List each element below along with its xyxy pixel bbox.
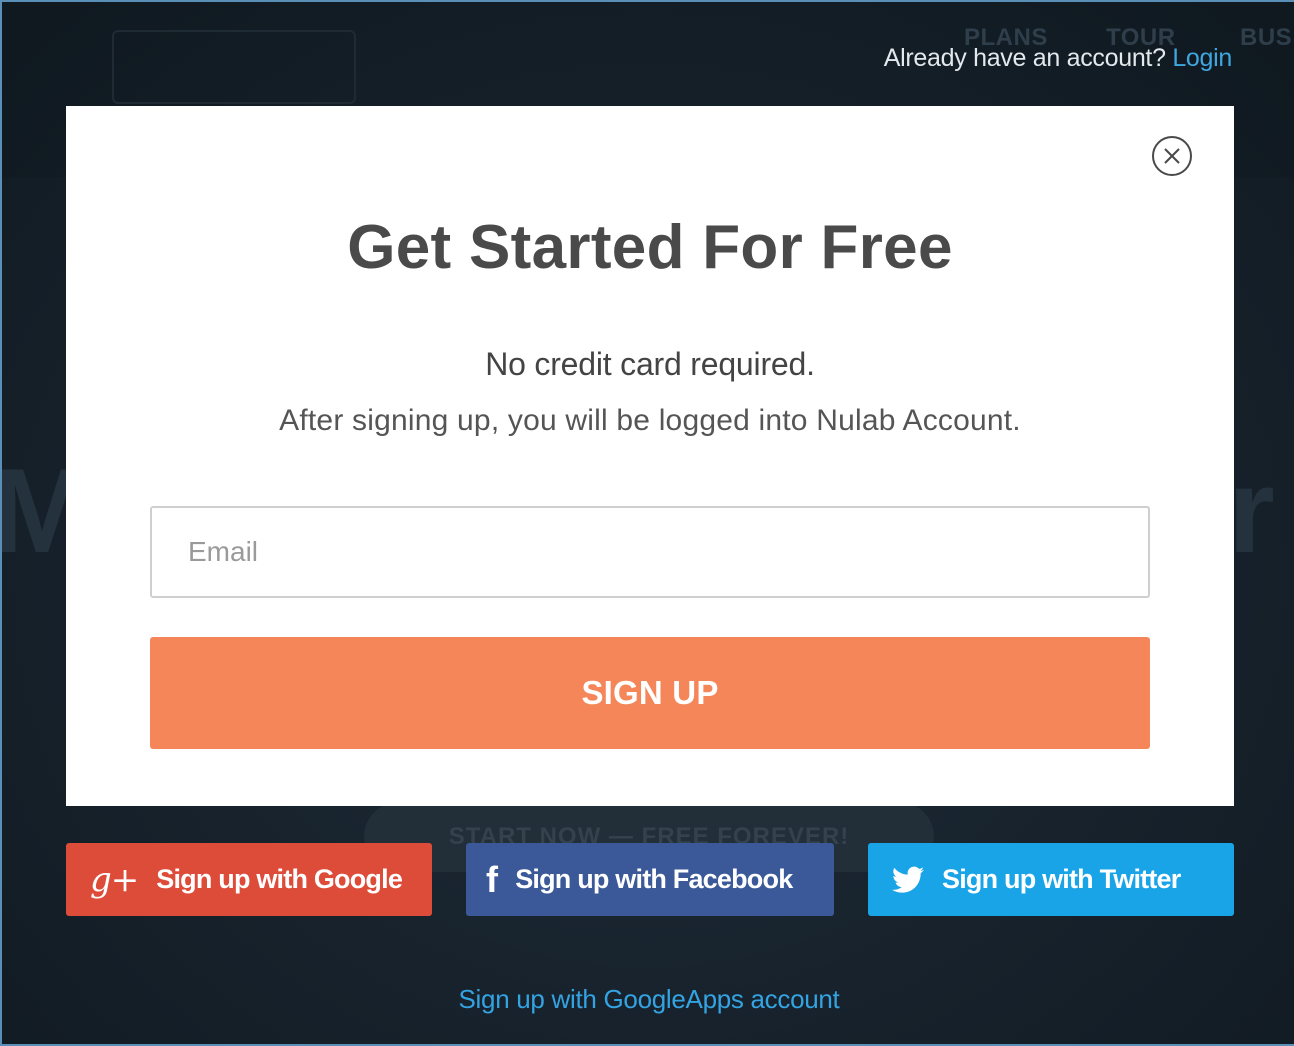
modal-title: Get Started For Free bbox=[347, 213, 953, 282]
close-button[interactable] bbox=[1152, 136, 1192, 176]
signup-modal: Get Started For Free No credit card requ… bbox=[66, 106, 1234, 806]
page-overlay: PLANS TOUR BUS M r START NOW — FREE FORE… bbox=[0, 0, 1294, 1046]
nulab-account-note: After signing up, you will be logged int… bbox=[279, 404, 1021, 437]
twitter-bird-icon bbox=[892, 866, 924, 894]
email-field[interactable] bbox=[150, 506, 1150, 598]
background-nav-bus: BUS bbox=[1240, 24, 1293, 51]
account-prompt: Already have an account? Login bbox=[883, 44, 1233, 73]
signup-button[interactable]: SIGN UP bbox=[150, 637, 1150, 749]
google-signup-button[interactable]: g+ Sign up with Google bbox=[66, 843, 432, 916]
google-plus-icon: g+ bbox=[90, 859, 139, 900]
google-signup-label: Sign up with Google bbox=[156, 864, 403, 894]
twitter-signup-label: Sign up with Twitter bbox=[942, 864, 1181, 894]
no-credit-card-text: No credit card required. bbox=[485, 346, 815, 382]
facebook-icon: f bbox=[486, 858, 498, 900]
facebook-signup-button[interactable]: f Sign up with Facebook bbox=[466, 843, 834, 916]
account-prompt-text: Already have an account? bbox=[883, 44, 1166, 72]
facebook-signup-label: Sign up with Facebook bbox=[515, 864, 793, 894]
background-logo bbox=[112, 30, 356, 104]
login-link[interactable]: Login bbox=[1172, 44, 1232, 72]
background-hero-text-right: r bbox=[1228, 444, 1275, 578]
twitter-signup-button[interactable]: Sign up with Twitter bbox=[868, 843, 1234, 916]
close-icon bbox=[1164, 148, 1180, 164]
googleapps-signup-link[interactable]: Sign up with GoogleApps account bbox=[2, 984, 1294, 1015]
